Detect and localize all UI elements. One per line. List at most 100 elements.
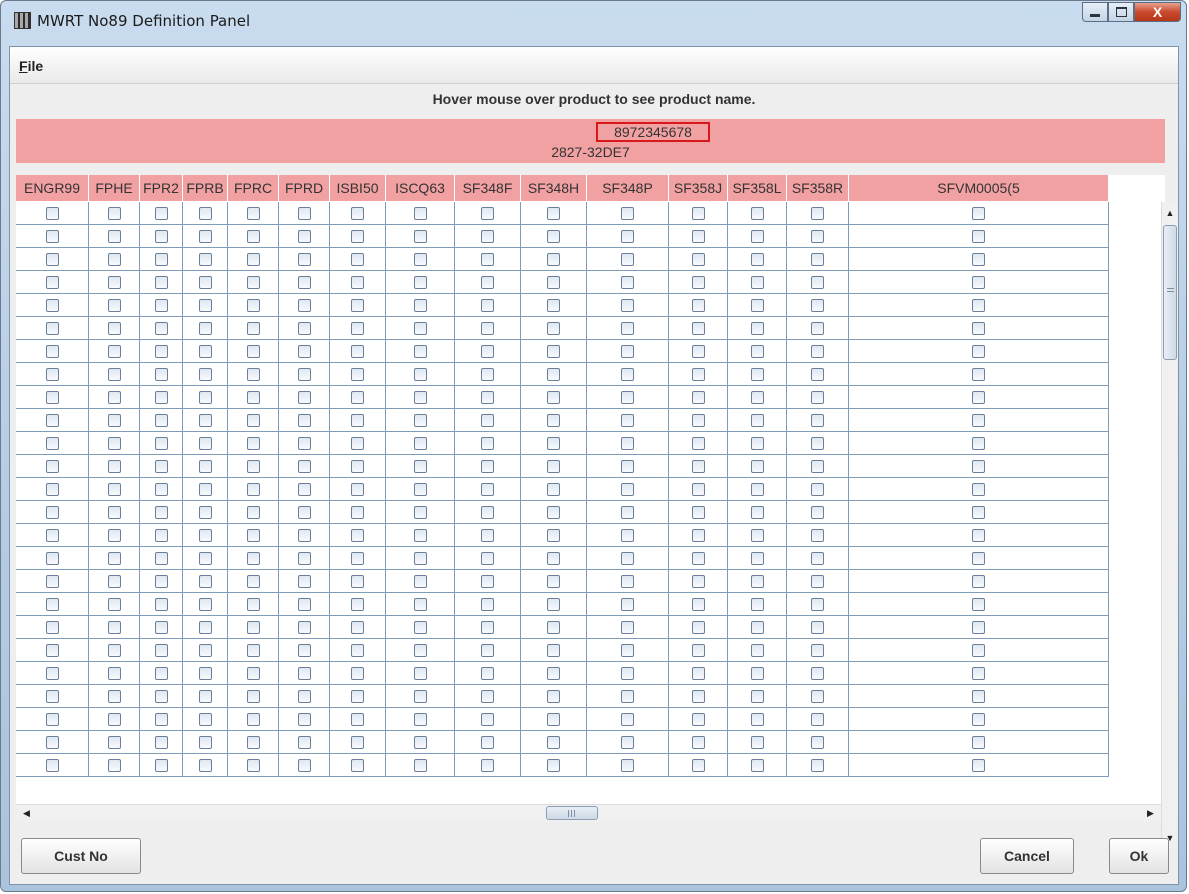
product-checkbox[interactable] [297,712,311,726]
product-checkbox[interactable] [481,620,494,634]
product-checkbox[interactable] [547,390,560,404]
product-checkbox[interactable] [107,735,121,749]
product-checkbox[interactable] [547,551,560,565]
product-checkbox[interactable] [750,252,764,266]
product-checkbox[interactable] [154,252,168,266]
product-checkbox[interactable] [621,275,634,289]
product-checkbox[interactable] [972,459,985,473]
product-checkbox[interactable] [297,643,311,657]
product-checkbox[interactable] [547,712,560,726]
cust-no-button[interactable]: Cust No [21,838,141,874]
product-checkbox[interactable] [107,252,121,266]
product-checkbox[interactable] [811,436,824,450]
product-checkbox[interactable] [297,574,311,588]
product-checkbox[interactable] [45,275,59,289]
product-checkbox[interactable] [481,528,494,542]
product-checkbox[interactable] [45,551,59,565]
product-checkbox[interactable] [154,712,168,726]
product-checkbox[interactable] [198,597,212,611]
product-checkbox[interactable] [45,574,59,588]
product-checkbox[interactable] [750,229,764,243]
vertical-scroll-thumb[interactable] [1163,225,1177,360]
product-checkbox[interactable] [198,298,212,312]
product-checkbox[interactable] [481,206,494,220]
product-checkbox[interactable] [750,390,764,404]
product-checkbox[interactable] [45,390,59,404]
product-checkbox[interactable] [107,597,121,611]
product-checkbox[interactable] [811,735,824,749]
product-checkbox[interactable] [547,689,560,703]
product-checkbox[interactable] [107,643,121,657]
product-checkbox[interactable] [107,413,121,427]
product-checkbox[interactable] [811,689,824,703]
product-checkbox[interactable] [107,482,121,496]
product-checkbox[interactable] [481,459,494,473]
product-checkbox[interactable] [154,758,168,772]
product-checkbox[interactable] [154,597,168,611]
product-checkbox[interactable] [297,436,311,450]
product-checkbox[interactable] [750,620,764,634]
product-checkbox[interactable] [198,574,212,588]
product-checkbox[interactable] [691,390,705,404]
product-checkbox[interactable] [107,758,121,772]
column-header[interactable]: SF348H [521,175,587,201]
column-header[interactable]: SF358R [787,175,849,201]
product-checkbox[interactable] [750,597,764,611]
product-checkbox[interactable] [811,666,824,680]
product-checkbox[interactable] [621,459,634,473]
cancel-button[interactable]: Cancel [980,838,1074,874]
product-checkbox[interactable] [246,252,260,266]
product-checkbox[interactable] [811,229,824,243]
product-checkbox[interactable] [750,505,764,519]
product-checkbox[interactable] [691,482,705,496]
product-checkbox[interactable] [45,666,59,680]
product-checkbox[interactable] [45,620,59,634]
scroll-right-icon[interactable]: ▶ [1142,805,1159,822]
product-checkbox[interactable] [811,459,824,473]
product-checkbox[interactable] [621,597,634,611]
product-checkbox[interactable] [621,482,634,496]
product-checkbox[interactable] [198,482,212,496]
product-checkbox[interactable] [972,758,985,772]
product-checkbox[interactable] [691,597,705,611]
product-checkbox[interactable] [972,505,985,519]
product-checkbox[interactable] [198,620,212,634]
product-checkbox[interactable] [621,344,634,358]
product-checkbox[interactable] [413,252,427,266]
product-checkbox[interactable] [691,574,705,588]
product-checkbox[interactable] [413,321,427,335]
product-checkbox[interactable] [750,367,764,381]
product-checkbox[interactable] [972,229,985,243]
product-checkbox[interactable] [972,252,985,266]
product-checkbox[interactable] [811,758,824,772]
product-checkbox[interactable] [351,689,364,703]
product-checkbox[interactable] [481,367,494,381]
product-checkbox[interactable] [297,482,311,496]
product-checkbox[interactable] [972,436,985,450]
product-checkbox[interactable] [107,390,121,404]
product-checkbox[interactable] [351,321,364,335]
product-checkbox[interactable] [811,275,824,289]
product-checkbox[interactable] [413,689,427,703]
product-checkbox[interactable] [413,298,427,312]
product-checkbox[interactable] [297,528,311,542]
product-checkbox[interactable] [691,206,705,220]
product-checkbox[interactable] [621,413,634,427]
product-checkbox[interactable] [750,574,764,588]
product-checkbox[interactable] [481,275,494,289]
product-checkbox[interactable] [547,275,560,289]
product-checkbox[interactable] [413,597,427,611]
product-checkbox[interactable] [297,252,311,266]
product-checkbox[interactable] [198,436,212,450]
product-checkbox[interactable] [198,758,212,772]
product-checkbox[interactable] [481,229,494,243]
product-checkbox[interactable] [45,413,59,427]
product-checkbox[interactable] [107,229,121,243]
product-checkbox[interactable] [45,712,59,726]
product-checkbox[interactable] [691,298,705,312]
product-checkbox[interactable] [481,735,494,749]
product-checkbox[interactable] [621,321,634,335]
product-checkbox[interactable] [621,643,634,657]
column-header[interactable]: FPRC [228,175,279,201]
product-checkbox[interactable] [811,574,824,588]
